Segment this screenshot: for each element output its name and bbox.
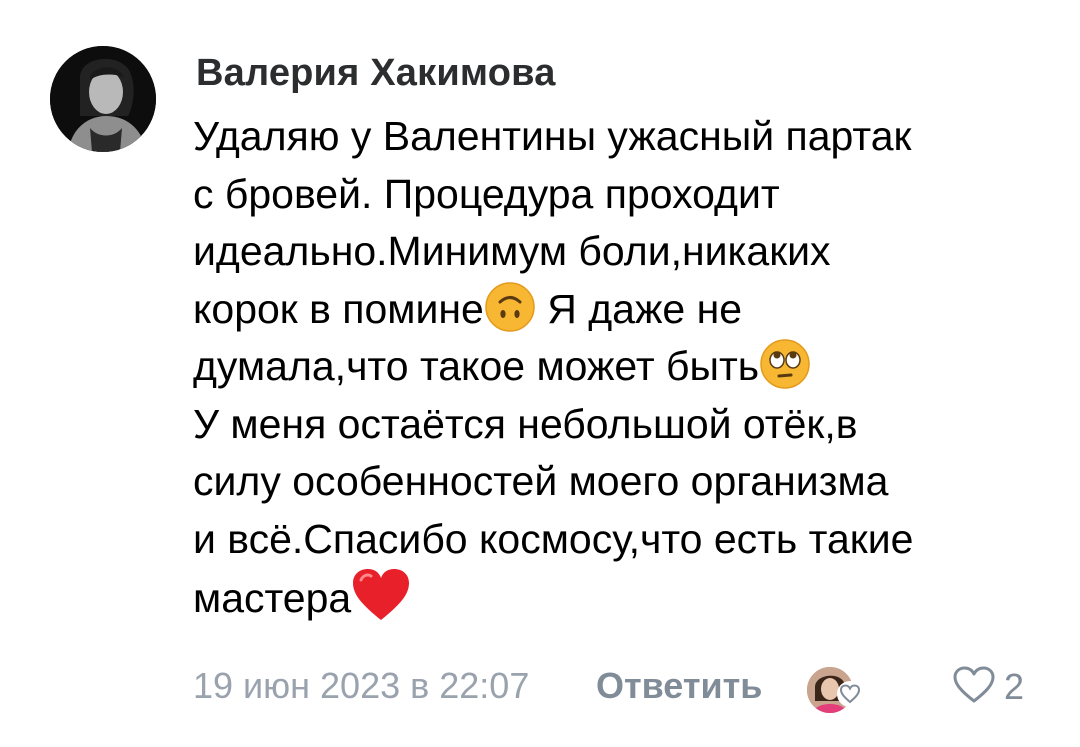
reply-button[interactable]: Ответить [596, 665, 762, 707]
comment-date: 19 июн 2023 в 22:07 [193, 665, 530, 706]
heart-outline-icon [952, 665, 996, 710]
comment-line-with-emoji: мастера [193, 568, 1023, 626]
comment-line: У меня остаётся небольшой отёк,в [193, 400, 858, 447]
comment-line-part: Я даже не [547, 285, 743, 332]
comment-line-with-emoji: думала,что такое может быть [193, 338, 1023, 396]
comment-line-with-emoji: корок в помине Я даже не [193, 281, 1023, 339]
author-name[interactable]: Валерия Хакимова [196, 52, 556, 95]
author-avatar[interactable] [50, 46, 156, 152]
comment-line-part: корок в помине [193, 285, 484, 332]
comment-line: и всё.Спасибо космосу,что есть такие [193, 515, 914, 562]
comment-line: силу особенностей моего организма [193, 458, 889, 504]
comment-line: идеально.Минимум боли,никаких [193, 228, 831, 274]
red-heart-emoji [351, 568, 411, 638]
like-count: 2 [1004, 666, 1025, 707]
comment-line-part: думала,что такое может быть [193, 343, 760, 389]
comment-text: Удаляю у Валентины ужасный партак с бров… [193, 108, 1023, 626]
comment-line: Удаляю у Валентины ужасный партак [193, 113, 912, 159]
comment-line-part: мастера [193, 575, 352, 621]
like-button[interactable]: 2 [952, 664, 1024, 710]
liked-by-author-icon[interactable] [805, 665, 863, 715]
comment-line: с бровей. Процедура проходит [193, 170, 780, 217]
mini-heart-icon [837, 681, 863, 707]
